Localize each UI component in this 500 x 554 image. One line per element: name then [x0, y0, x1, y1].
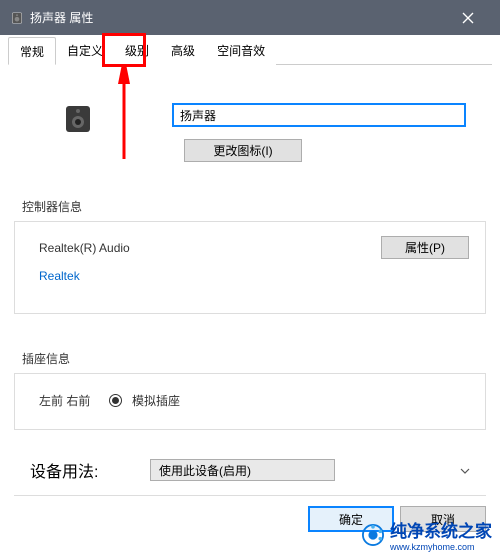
jack-radio-label: 模拟插座 [132, 392, 180, 409]
watermark-url: www.kzmyhome.com [390, 542, 492, 552]
tab-custom[interactable]: 自定义 [56, 37, 114, 65]
controller-properties-button[interactable]: 属性(P) [381, 236, 469, 259]
tab-spatial[interactable]: 空间音效 [206, 37, 276, 65]
general-page: 更改图标(I) 控制器信息 Realtek(R) Audio 属性(P) Rea… [8, 65, 492, 430]
chevron-down-icon [460, 461, 470, 479]
watermark-icon [362, 524, 384, 546]
usage-row: 设备用法: [30, 458, 478, 482]
controller-fieldset: Realtek(R) Audio 属性(P) Realtek [14, 221, 486, 314]
speaker-icon [62, 103, 94, 135]
titlebar: 扬声器 属性 [0, 0, 500, 35]
close-icon [462, 12, 474, 24]
dialog-body: 常规 自定义 级别 高级 空间音效 更改图标(I) 控制器信息 Realtek(… [0, 35, 500, 554]
window-title: 扬声器 属性 [30, 9, 93, 26]
usage-select[interactable] [150, 459, 335, 481]
tab-strip: 常规 自定义 级别 高级 空间音效 [8, 37, 492, 65]
jack-title: 插座信息 [14, 350, 486, 367]
close-button[interactable] [445, 0, 490, 35]
tab-levels[interactable]: 级别 [114, 37, 160, 65]
controller-title: 控制器信息 [14, 198, 486, 215]
jack-fieldset: 左前 右前 模拟插座 [14, 373, 486, 430]
controller-name: Realtek(R) Audio [39, 241, 239, 255]
watermark-text: 纯净系统之家 [390, 517, 492, 542]
change-icon-button[interactable]: 更改图标(I) [184, 139, 302, 162]
device-name-input[interactable] [172, 103, 466, 127]
controller-vendor-link[interactable]: Realtek [39, 269, 80, 283]
window-icon [10, 11, 24, 25]
watermark: 纯净系统之家 www.kzmyhome.com [362, 517, 492, 552]
jack-position-label: 左前 右前 [39, 392, 109, 409]
tab-general[interactable]: 常规 [8, 37, 56, 65]
usage-label: 设备用法: [30, 458, 150, 482]
tab-advanced[interactable]: 高级 [160, 37, 206, 65]
jack-radio[interactable] [109, 394, 122, 407]
